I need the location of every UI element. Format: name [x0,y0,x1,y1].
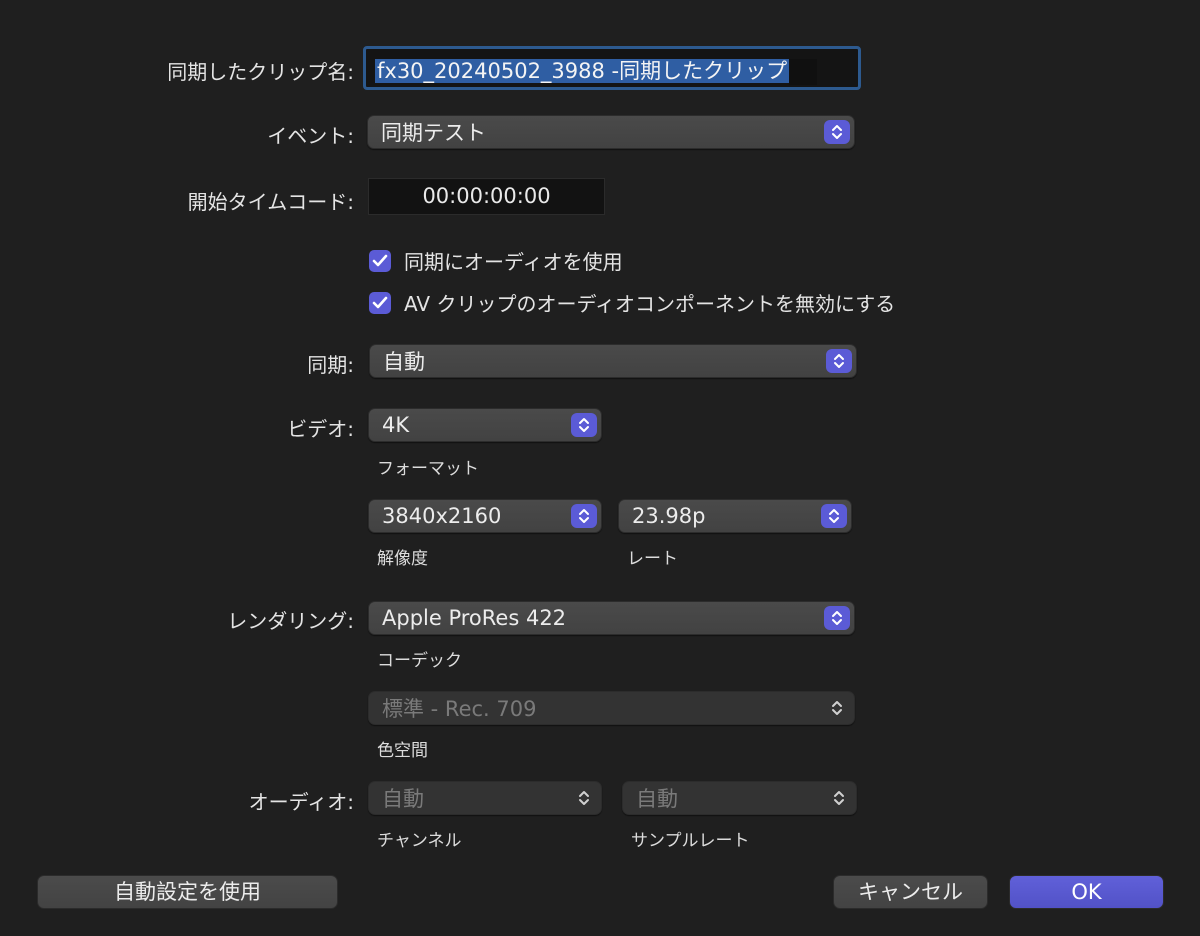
resolution-sublabel: 解像度 [377,549,428,569]
disable-av-audio-label: AV クリップのオーディオコンポーネントを無効にする [404,292,896,316]
video-rate-popup[interactable]: 23.98p [618,499,852,533]
audio-label: オーディオ: [248,790,354,814]
audio-sample-rate-value: 自動 [636,787,678,811]
sync-value: 自動 [383,350,425,374]
sync-popup[interactable]: 自動 [369,344,857,378]
clip-name-label: 同期したクリップ名: [167,60,354,84]
checkmark-icon[interactable] [369,291,391,314]
event-popup[interactable]: 同期テスト [367,115,855,149]
text-cursor-area [789,59,818,85]
video-label: ビデオ: [287,417,354,441]
chevron-up-down-icon [826,349,852,373]
sync-clip-dialog: 同期したクリップ名: fx30_20240502_3988 -同期したクリップ … [0,0,1200,936]
chevron-up-down-icon [571,786,597,810]
start-timecode-field[interactable]: 00:00:00:00 [368,178,605,215]
video-format-popup[interactable]: 4K [368,408,602,442]
chevron-up-down-icon [571,413,597,437]
checkmark-icon[interactable] [369,249,391,272]
rate-sublabel: レート [627,549,678,569]
clip-name-value: fx30_20240502_3988 -同期したクリップ [375,59,790,83]
chevron-up-down-icon [826,786,852,810]
audio-sample-rate-popup[interactable]: 自動 [622,781,857,815]
sync-label: 同期: [307,353,354,377]
format-sublabel: フォーマット [377,459,479,479]
cancel-button[interactable]: キャンセル [833,875,988,909]
codec-sublabel: コーデック [377,651,462,671]
disable-av-audio-checkbox-row[interactable]: AV クリップのオーディオコンポーネントを無効にする [369,288,895,317]
audio-channels-value: 自動 [382,787,424,811]
use-audio-for-sync-checkbox-row[interactable]: 同期にオーディオを使用 [369,246,623,275]
codec-value: Apple ProRes 422 [382,606,567,630]
chevron-up-down-icon [824,606,850,630]
color-space-sublabel: 色空間 [377,741,428,761]
rendering-codec-popup[interactable]: Apple ProRes 422 [368,601,855,635]
chevron-up-down-icon [571,504,597,528]
use-automatic-settings-button[interactable]: 自動設定を使用 [37,875,338,909]
chevron-up-down-icon [824,120,850,144]
channels-sublabel: チャンネル [377,831,462,851]
ok-button[interactable]: OK [1009,875,1164,909]
audio-channels-popup[interactable]: 自動 [368,781,602,815]
chevron-up-down-icon [824,696,850,720]
chevron-up-down-icon [821,504,847,528]
use-audio-for-sync-label: 同期にオーディオを使用 [404,250,623,274]
start-timecode-label: 開始タイムコード: [187,190,354,214]
event-value: 同期テスト [381,121,486,145]
video-resolution-popup[interactable]: 3840x2160 [368,499,602,533]
sample-rate-sublabel: サンプルレート [631,831,750,851]
clip-name-field[interactable]: fx30_20240502_3988 -同期したクリップ [363,46,861,90]
color-space-popup[interactable]: 標準 - Rec. 709 [368,691,855,725]
video-format-value: 4K [382,413,410,437]
video-rate-value: 23.98p [632,504,706,528]
event-label: イベント: [267,124,354,148]
color-space-value: 標準 - Rec. 709 [382,697,537,721]
rendering-label: レンダリング: [227,609,354,633]
video-resolution-value: 3840x2160 [382,504,502,528]
